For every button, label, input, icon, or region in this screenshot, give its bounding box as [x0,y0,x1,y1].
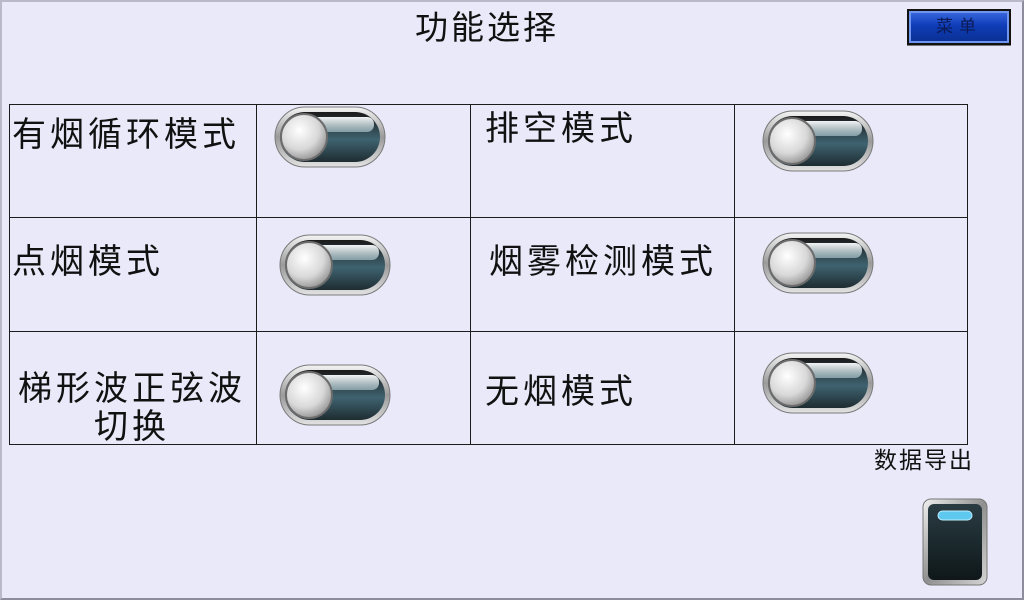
mode-label: 无烟模式 [485,372,637,412]
mode-grid: 有烟循环模式 排空模式 点烟模式 烟雾检测模式 梯形波正弦波 切换 无烟模式 [9,104,968,446]
toggle-switch-icon [274,106,386,168]
mode-label-line1: 梯形波正弦波 [18,369,246,409]
toggle-cell [256,104,471,218]
toggle-switch-icon [762,110,874,172]
smoke-circulation-toggle[interactable] [274,106,386,168]
mode-label: 烟雾检测模式 [489,242,717,282]
smokeless-mode-toggle[interactable] [762,352,874,414]
data-export-label: 数据导出 [874,448,974,474]
mode-cell-smoke-detect: 烟雾检测模式 [470,217,735,332]
mode-label-line2: 切换 [94,407,170,447]
toggle-cell [734,104,968,218]
toggle-cell [256,331,471,445]
mode-cell-smoke-circulation: 有烟循环模式 [9,104,257,218]
mode-cell-ignition: 点烟模式 [9,217,257,332]
empty-mode-toggle[interactable] [762,110,874,172]
menu-button[interactable]: 菜单 [907,9,1011,45]
ignition-mode-toggle[interactable] [279,234,391,296]
mode-label: 排空模式 [485,109,637,149]
page-title: 功能选择 [415,8,559,47]
toggle-switch-icon [279,234,391,296]
waveform-switch-toggle[interactable] [279,364,391,426]
toggle-switch-icon [279,364,391,426]
smoke-detect-toggle[interactable] [762,232,874,294]
mode-label: 有烟循环模式 [12,115,240,155]
toggle-switch-icon [762,352,874,414]
mode-label: 梯形波正弦波 切换 [14,370,250,446]
mode-cell-empty: 排空模式 [470,104,735,218]
toggle-cell [256,217,471,332]
toggle-switch-icon [762,232,874,294]
data-export-button[interactable] [922,498,988,586]
push-button-icon [922,498,988,586]
mode-cell-waveform-switch: 梯形波正弦波 切换 [9,331,257,446]
mode-label: 点烟模式 [12,242,164,282]
toggle-cell [734,331,968,445]
toggle-cell [734,217,968,332]
mode-cell-smokeless: 无烟模式 [470,331,735,445]
